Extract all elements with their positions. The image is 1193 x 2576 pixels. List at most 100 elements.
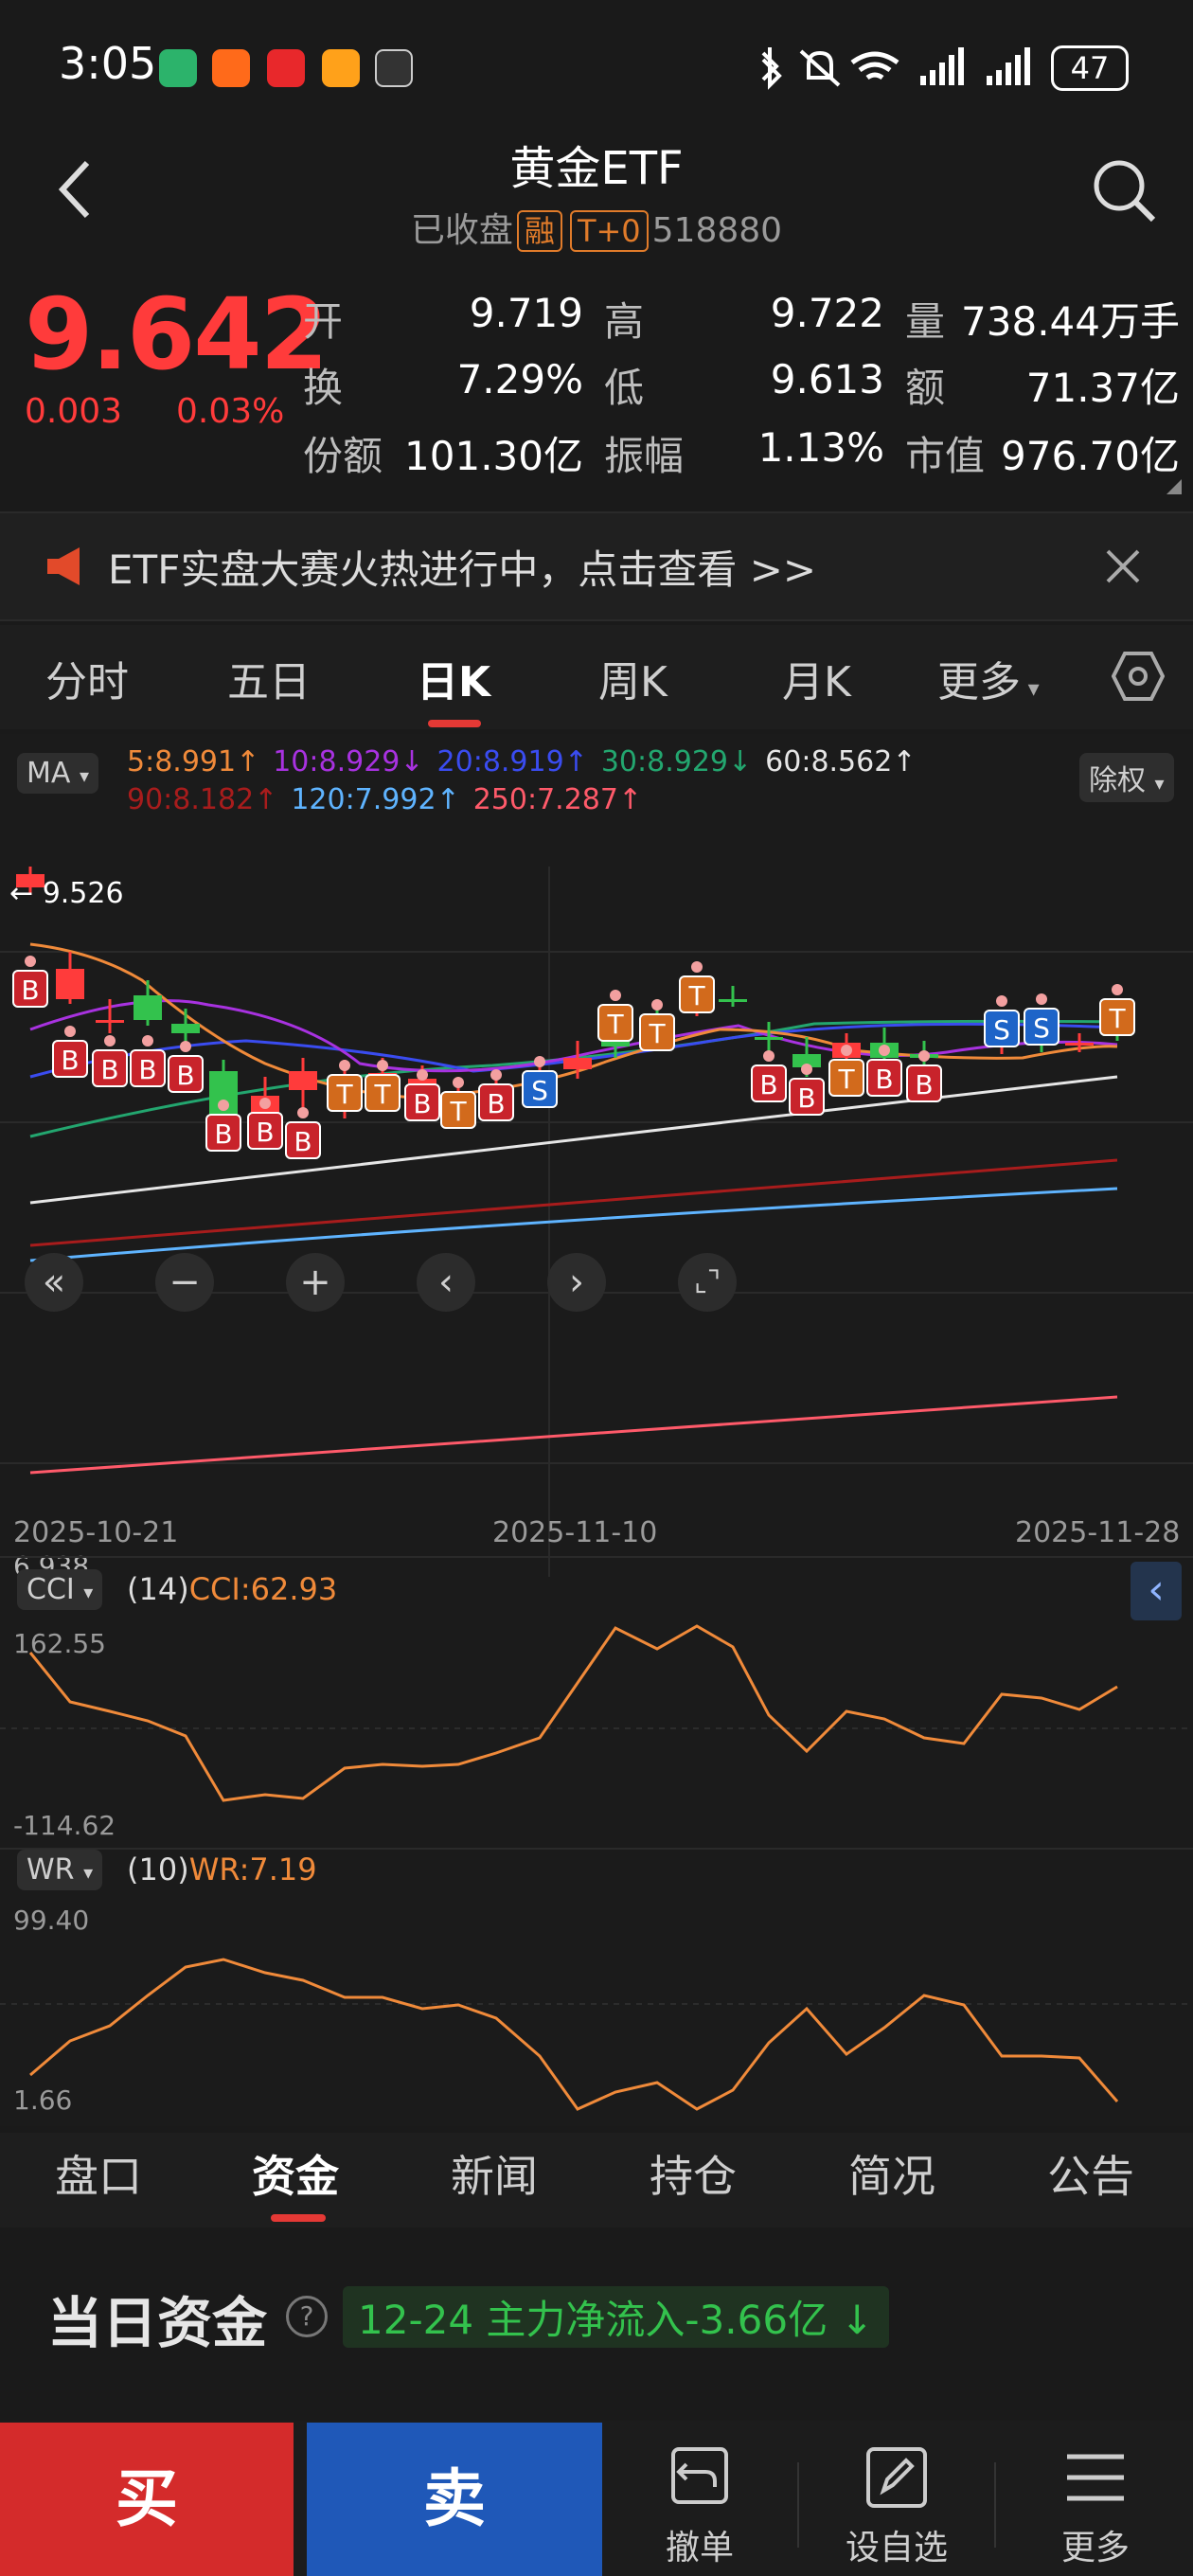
settings-icon[interactable]: [1112, 650, 1165, 703]
kline-chart-area[interactable]: MA ▾ 5:8.991↑ 10:8.929↓ 20:8.919↑ 30:8.929↓…: [0, 734, 1193, 2126]
wr-chart: [0, 1958, 1193, 2111]
scroll-left-button[interactable]: ‹: [417, 1253, 475, 1312]
candle-body: [134, 995, 162, 1020]
zoom-in-button[interactable]: +: [286, 1253, 345, 1312]
signal-label: B: [61, 1045, 79, 1076]
cci-chart: [0, 1624, 1193, 1802]
cancel-order-button[interactable]: 撤单: [619, 2443, 780, 2569]
signal-dot: [841, 1045, 852, 1056]
close-icon[interactable]: [1104, 547, 1142, 585]
ma120-line: [29, 1187, 1118, 1262]
candle-body: [289, 1071, 317, 1090]
mktcap-label: 市值: [905, 433, 986, 479]
scroll-first-button[interactable]: «: [25, 1253, 83, 1312]
tab-holdings[interactable]: 持仓: [650, 2142, 737, 2205]
tab-monthly-k[interactable]: 月K: [782, 648, 851, 708]
signal-label: B: [256, 1117, 274, 1148]
cci-selector[interactable]: CCI ▾: [17, 1569, 103, 1610]
tab-funds[interactable]: 资金: [252, 2142, 339, 2205]
amount-label: 额: [905, 365, 946, 411]
active-tab-indicator: [271, 2214, 326, 2222]
cci-selector-label: CCI: [27, 1573, 75, 1606]
security-code: 518880: [651, 211, 783, 250]
signal-label: B: [100, 1054, 118, 1085]
search-button[interactable]: [1089, 155, 1159, 229]
buy-button[interactable]: 买: [0, 2423, 294, 2576]
active-tab-indicator: [428, 720, 481, 727]
signal-dot: [297, 1107, 309, 1118]
cci-period: (14): [127, 1571, 189, 1607]
signal-label: B: [759, 1069, 777, 1100]
signal-label: B: [214, 1118, 232, 1150]
fullscreen-button[interactable]: ⌞⌝: [678, 1253, 737, 1312]
page-title: 黄金ETF: [509, 142, 684, 195]
ma-selector[interactable]: MA ▾: [17, 753, 98, 794]
help-icon[interactable]: ?: [286, 2296, 328, 2337]
signal-dot: [259, 1098, 271, 1109]
volume-value: 738.44万手: [961, 298, 1180, 345]
signal-dot: [377, 1060, 388, 1071]
signal-dot: [610, 990, 621, 1001]
more-actions-label: 更多: [1060, 2529, 1130, 2567]
main-flow-text: 12-24 主力净流入-3.66亿: [358, 2297, 828, 2343]
turnover-value: 7.29%: [456, 356, 583, 402]
turnover-label: 换: [303, 365, 344, 411]
undo-icon: [671, 2447, 728, 2504]
app-icon: [322, 49, 360, 87]
tab-more[interactable]: 更多 ▾: [937, 648, 1040, 708]
low-value: 9.613: [770, 356, 884, 402]
signal-label: S: [531, 1075, 548, 1106]
candle-body: [1065, 1043, 1094, 1046]
expand-corner-icon[interactable]: [1165, 477, 1184, 496]
promo-banner[interactable]: ETF实盘大赛火热进行中，点击查看 >>: [0, 511, 1193, 621]
info-tabs: [0, 2133, 1193, 2227]
tab-intraday[interactable]: 分时: [45, 648, 129, 708]
app-icon: [267, 49, 305, 87]
chevron-left-icon: ‹: [1148, 1565, 1165, 1614]
ma-legend-item: 60:8.562↑: [765, 745, 917, 778]
open-value: 9.719: [469, 290, 583, 336]
high-label: 高: [604, 298, 645, 345]
signal-label: T: [648, 1018, 666, 1049]
tab-profile[interactable]: 简况: [848, 2142, 935, 2205]
chevron-down-icon: ▾: [83, 1581, 94, 1603]
chevron-left-icon: ‹: [438, 1261, 454, 1304]
ma-legend-item: 5:8.991↑: [127, 745, 260, 778]
app-icon: [212, 49, 250, 87]
zoom-out-button[interactable]: −: [155, 1253, 214, 1312]
signal-dot: [918, 1050, 930, 1062]
scroll-right-button[interactable]: ›: [547, 1253, 606, 1312]
signal-label: T: [449, 1096, 467, 1127]
amplitude-value: 1.13%: [757, 424, 884, 471]
signal-dot: [801, 1064, 812, 1075]
wr-selector[interactable]: WR ▾: [17, 1850, 103, 1890]
tab-daily-k[interactable]: 日K: [417, 648, 490, 708]
ma-legend-item: 20:8.919↑: [436, 745, 588, 778]
tab-weekly-k[interactable]: 周K: [598, 648, 668, 708]
low-label: 低: [604, 365, 645, 411]
signal-dot: [996, 995, 1007, 1007]
ma-legend-item: 30:8.929↓: [600, 745, 753, 778]
add-watchlist-button[interactable]: 设自选: [816, 2443, 977, 2569]
more-actions-button[interactable]: 更多: [1015, 2443, 1176, 2569]
signal-dot: [142, 1035, 153, 1046]
tab-orderbook[interactable]: 盘口: [55, 2142, 142, 2205]
signal-dot: [490, 1069, 502, 1081]
chevron-down-icon: ▾: [1021, 675, 1040, 702]
sell-button[interactable]: 卖: [307, 2423, 602, 2576]
tab-announcements[interactable]: 公告: [1047, 2142, 1134, 2205]
search-icon: [1094, 160, 1156, 223]
collapse-indicator-button[interactable]: ‹: [1131, 1562, 1182, 1620]
amplitude-label: 振幅: [604, 433, 685, 479]
wr-legend: (10)WR:7.19: [127, 1852, 317, 1887]
tab-five-day[interactable]: 五日: [227, 648, 311, 708]
banner-text: ETF实盘大赛火热进行中，点击查看 >>: [108, 546, 817, 593]
tab-news[interactable]: 新闻: [451, 2142, 538, 2205]
rights-selector[interactable]: 除权 ▾: [1079, 753, 1174, 802]
add-watchlist-label: 设自选: [845, 2529, 948, 2567]
signal-label: B: [915, 1069, 933, 1100]
signal-dot: [64, 1026, 76, 1037]
ma90-line: [29, 1158, 1118, 1247]
date-end: 2025-11-28: [1015, 1516, 1181, 1549]
signal-label: T: [606, 1009, 624, 1040]
